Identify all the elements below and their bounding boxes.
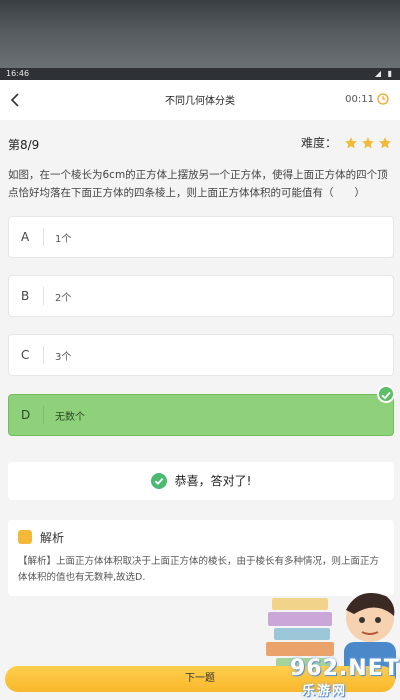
app-header: 不同几何体分类 00:11	[0, 80, 400, 120]
question-index: 第8/9	[8, 138, 40, 152]
option-letter: B	[21, 289, 30, 303]
result-text: 恭喜，答对了!	[174, 474, 252, 488]
watermark-subtitle: 乐游网	[302, 684, 348, 699]
difficulty-label: 难度：	[300, 136, 337, 150]
option-divider	[43, 346, 44, 364]
option-c[interactable]: C 3个	[8, 334, 394, 376]
timer: 00:11	[345, 93, 389, 105]
star-icon	[345, 136, 357, 148]
background-photo	[0, 0, 400, 68]
option-letter: D	[21, 408, 31, 422]
difficulty-rating: 难度：	[301, 134, 392, 151]
status-icons: ◢ ▮	[374, 69, 394, 78]
watermark-logo: 962.NET	[290, 656, 400, 681]
question-meta: 第8/9 难度：	[8, 136, 392, 152]
lightbulb-icon	[18, 530, 32, 544]
page-title: 不同几何体分类	[165, 96, 235, 107]
check-icon	[377, 385, 395, 403]
question-text: 如图，在一个棱长为6cm的正方体上摆放另一个正方体，使得上面正方体的四个顶点恰好…	[8, 169, 388, 199]
success-check-icon	[150, 472, 167, 489]
option-divider	[43, 287, 44, 305]
analysis-title: 解析	[40, 531, 65, 545]
option-b[interactable]: B 2个	[8, 275, 394, 317]
clock-icon	[377, 93, 389, 105]
option-divider	[43, 228, 44, 246]
option-divider	[43, 406, 44, 424]
timer-value: 00:11	[345, 93, 374, 105]
option-text: 无数个	[55, 412, 85, 423]
option-letter: A	[21, 230, 30, 244]
option-text: 3个	[55, 352, 72, 363]
status-time: 16:46	[6, 69, 30, 78]
star-icon	[362, 136, 374, 148]
option-a[interactable]: A 1个	[8, 216, 394, 258]
option-text: 1个	[55, 234, 72, 245]
option-letter: C	[21, 348, 30, 362]
status-bar: 16:46 ◢ ▮	[0, 68, 400, 80]
option-d[interactable]: D 无数个	[8, 385, 395, 436]
result-banner: 恭喜，答对了!	[8, 462, 394, 500]
star-icon	[379, 136, 391, 148]
option-text: 2个	[55, 293, 72, 304]
